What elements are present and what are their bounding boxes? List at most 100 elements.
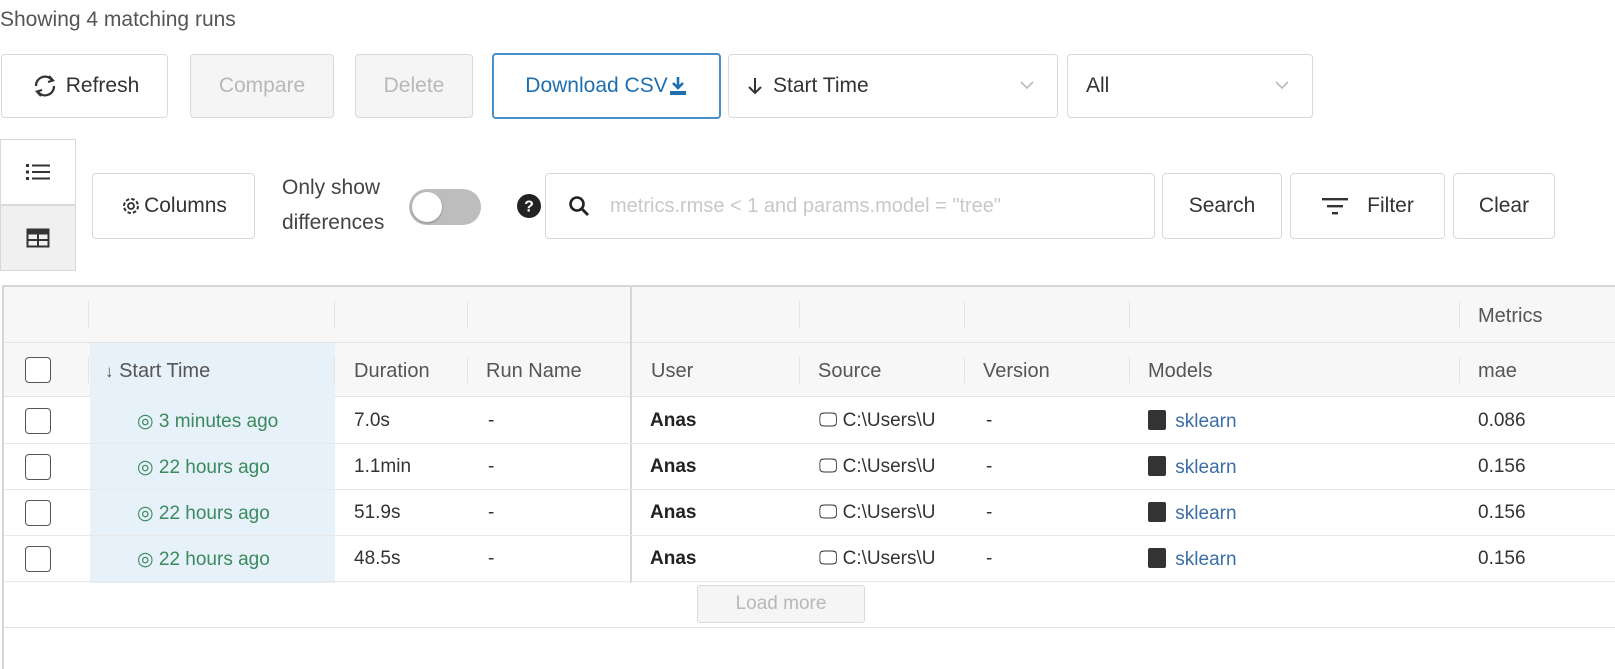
run-name-cell: -: [488, 548, 495, 569]
laptop-icon: 🖵: [819, 456, 838, 477]
check-circle-icon: ◎: [137, 503, 154, 524]
laptop-icon: 🖵: [819, 502, 838, 523]
check-circle-icon: ◎: [137, 457, 154, 478]
download-csv-label: Download CSV: [525, 74, 668, 97]
start-time-link[interactable]: ◎ 22 hours ago: [137, 548, 270, 571]
column-header-models[interactable]: Models: [1148, 360, 1212, 383]
source-text: C:\Users\U: [842, 410, 936, 431]
source-cell[interactable]: 🖵 C:\Users\U: [819, 410, 936, 432]
matching-runs-text: Showing 4 matching runs: [0, 8, 236, 31]
user-cell: Anas: [650, 502, 697, 523]
column-header-start-time-label: Start Time: [119, 360, 211, 382]
filter-button[interactable]: Filter: [1290, 173, 1445, 239]
gear-icon: [123, 198, 140, 214]
column-header-duration[interactable]: Duration: [354, 360, 430, 383]
chevron-down-icon: [1275, 81, 1289, 90]
table-row: ◎ 3 minutes ago 7.0s - Anas 🖵 C:\Users\U…: [4, 398, 1615, 444]
column-header-start-time[interactable]: ↓ Start Time: [105, 360, 210, 383]
start-time-text: 22 hours ago: [158, 503, 270, 524]
run-name-cell: -: [488, 502, 495, 523]
version-cell: -: [986, 456, 993, 477]
search-button[interactable]: Search: [1162, 173, 1282, 239]
list-icon: [26, 164, 50, 180]
model-text: sklearn: [1175, 503, 1237, 524]
duration-cell: 1.1min: [354, 456, 412, 477]
search-input[interactable]: [610, 194, 1130, 218]
lifecycle-filter-value: All: [1086, 74, 1110, 97]
table-group-header: [4, 287, 1615, 343]
mae-cell: 0.156: [1478, 548, 1526, 569]
row-checkbox[interactable]: [25, 408, 51, 434]
start-time-text: 22 hours ago: [158, 549, 270, 570]
model-link[interactable]: sklearn: [1148, 502, 1237, 525]
columns-button[interactable]: Columns: [92, 173, 255, 239]
source-cell[interactable]: 🖵 C:\Users\U: [819, 548, 936, 570]
only-show-differences-label-1: Only show: [282, 176, 381, 199]
user-cell: Anas: [650, 548, 697, 569]
clear-button[interactable]: Clear: [1453, 173, 1555, 239]
help-icon[interactable]: ?: [516, 193, 542, 219]
start-time-link[interactable]: ◎ 22 hours ago: [137, 502, 270, 525]
chevron-down-icon: [1020, 81, 1034, 90]
sort-select-value: Start Time: [773, 74, 869, 97]
load-more-button[interactable]: Load more: [697, 585, 865, 623]
check-circle-icon: ◎: [137, 549, 154, 570]
arrow-down-icon: [748, 78, 762, 95]
column-header-mae[interactable]: mae: [1478, 360, 1517, 383]
filter-icon: [1322, 198, 1349, 215]
download-icon: [669, 77, 686, 95]
table-row: ◎ 22 hours ago 51.9s - Anas 🖵 C:\Users\U…: [4, 490, 1615, 536]
model-text: sklearn: [1175, 411, 1237, 432]
model-icon: [1148, 456, 1166, 476]
download-csv-button[interactable]: Download CSV: [492, 53, 721, 119]
sort-desc-icon: ↓: [105, 362, 114, 381]
column-header-user[interactable]: User: [651, 360, 693, 383]
table-view-toggle[interactable]: [0, 205, 76, 271]
compare-button[interactable]: Compare: [190, 54, 334, 118]
start-time-link[interactable]: ◎ 22 hours ago: [137, 456, 270, 479]
model-text: sklearn: [1175, 549, 1237, 570]
row-checkbox[interactable]: [25, 500, 51, 526]
table-footer-divider: [4, 627, 1615, 628]
duration-cell: 7.0s: [354, 410, 390, 431]
start-time-link[interactable]: ◎ 3 minutes ago: [137, 410, 278, 433]
source-text: C:\Users\U: [842, 548, 936, 569]
table-row: ◎ 22 hours ago 1.1min - Anas 🖵 C:\Users\…: [4, 444, 1615, 490]
model-link[interactable]: sklearn: [1148, 410, 1237, 433]
lifecycle-filter-select[interactable]: All: [1067, 54, 1313, 118]
model-link[interactable]: sklearn: [1148, 456, 1237, 479]
source-cell[interactable]: 🖵 C:\Users\U: [819, 456, 936, 478]
source-cell[interactable]: 🖵 C:\Users\U: [819, 502, 936, 524]
row-checkbox[interactable]: [25, 546, 51, 572]
version-cell: -: [986, 410, 993, 431]
delete-button[interactable]: Delete: [355, 54, 473, 118]
model-link[interactable]: sklearn: [1148, 548, 1237, 571]
duration-cell: 48.5s: [354, 548, 401, 569]
model-icon: [1148, 502, 1166, 522]
sort-select[interactable]: Start Time: [728, 54, 1058, 118]
model-icon: [1148, 410, 1166, 430]
only-show-differences-toggle[interactable]: [409, 189, 481, 225]
search-icon: [569, 196, 589, 216]
duration-cell: 51.9s: [354, 502, 401, 523]
column-header-source[interactable]: Source: [818, 360, 881, 383]
column-header-run-name[interactable]: Run Name: [486, 360, 582, 383]
model-text: sklearn: [1175, 457, 1237, 478]
row-checkbox[interactable]: [25, 454, 51, 480]
list-view-toggle[interactable]: [0, 139, 76, 205]
refresh-icon: [34, 75, 55, 97]
filter-label: Filter: [1367, 194, 1414, 217]
laptop-icon: 🖵: [819, 548, 838, 569]
metrics-group-header: Metrics: [1478, 305, 1543, 327]
search-box[interactable]: [545, 173, 1155, 239]
select-all-checkbox[interactable]: [25, 357, 51, 383]
mae-cell: 0.156: [1478, 456, 1526, 477]
source-text: C:\Users\U: [842, 502, 936, 523]
model-icon: [1148, 548, 1166, 568]
laptop-icon: 🖵: [819, 410, 838, 431]
column-header-version[interactable]: Version: [983, 360, 1050, 383]
refresh-button[interactable]: Refresh: [1, 54, 168, 118]
start-time-text: 3 minutes ago: [158, 411, 279, 432]
columns-label: Columns: [144, 194, 227, 217]
runs-table: Metrics ↓ Start Time Duration Run Name U…: [2, 285, 1615, 669]
